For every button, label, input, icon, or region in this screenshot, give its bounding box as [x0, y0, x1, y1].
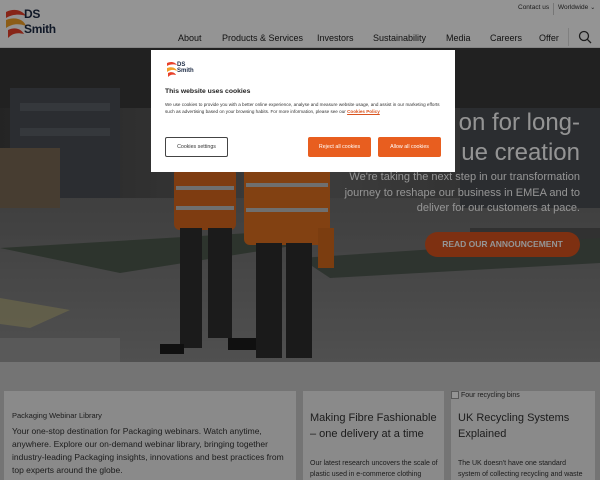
cookie-dialog-text: We use cookies to provide you with a bet…	[165, 101, 447, 115]
cookie-dialog-description: We use cookies to provide you with a bet…	[165, 102, 440, 115]
cookies-settings-button[interactable]: Cookies settings	[165, 137, 228, 157]
cookie-dialog-title: This website uses cookies	[165, 88, 251, 95]
dialog-logo-wordmark: DS Smith	[177, 62, 194, 74]
dialog-logo-smith: Smith	[177, 68, 194, 74]
reject-all-cookies-button[interactable]: Reject all cookies	[308, 137, 371, 157]
allow-all-cookies-button[interactable]: Allow all cookies	[378, 137, 441, 157]
cookies-policy-link[interactable]: Cookies Policy	[347, 109, 380, 114]
cookie-consent-dialog: DS Smith This website uses cookies We us…	[151, 50, 455, 172]
